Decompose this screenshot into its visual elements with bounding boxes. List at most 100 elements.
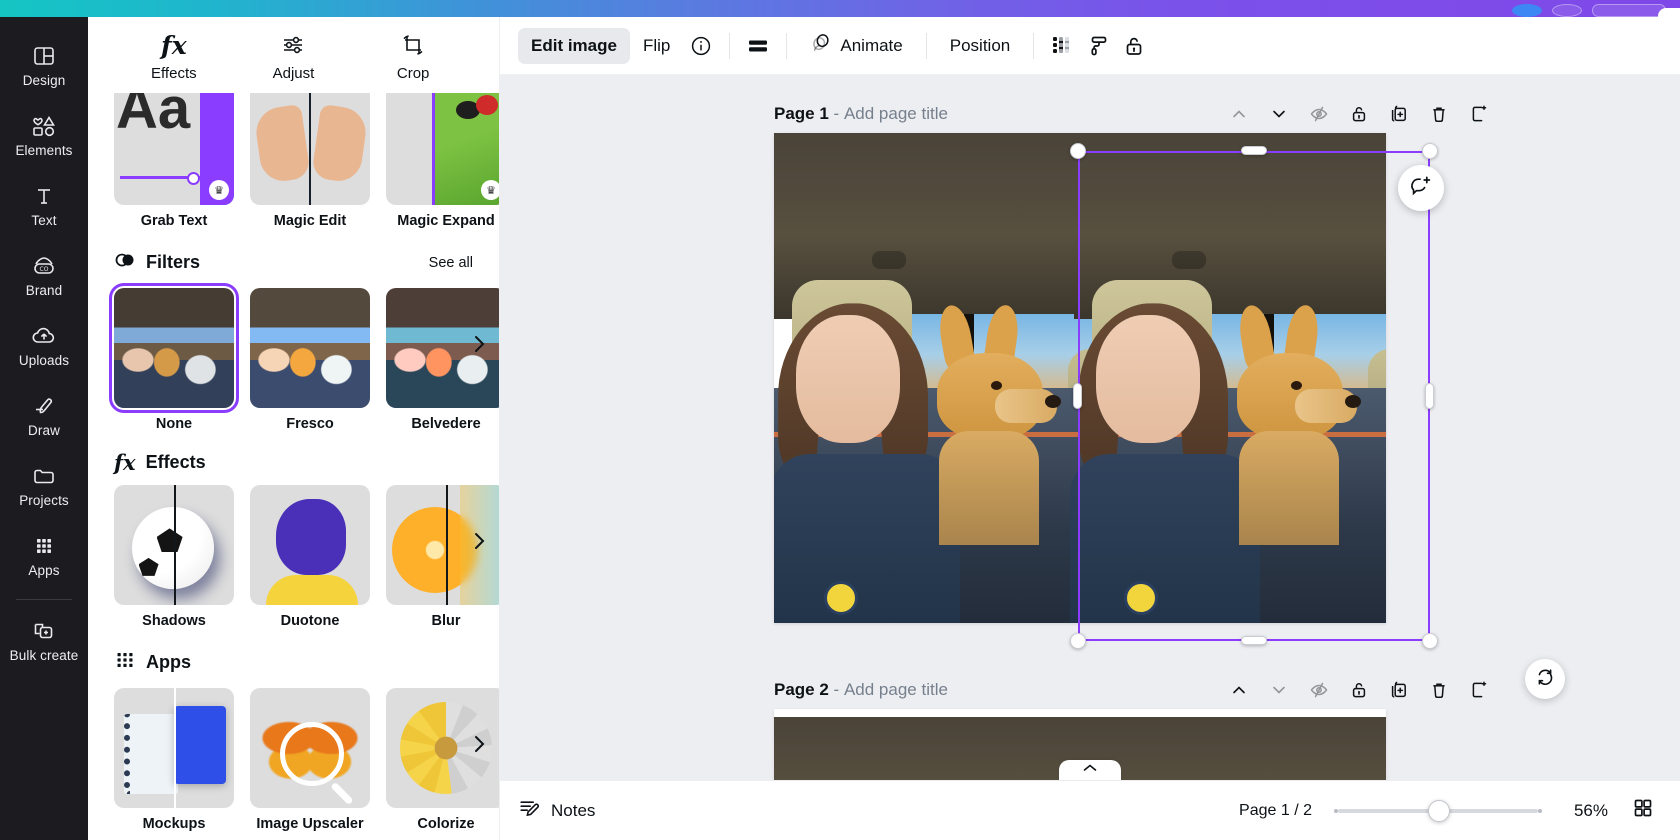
- effects-next-arrow[interactable]: [467, 529, 491, 553]
- filter-label: Fresco: [286, 416, 334, 432]
- filters-see-all-link[interactable]: See all: [429, 255, 473, 271]
- zoom-level-value: 56%: [1573, 800, 1608, 820]
- notes-label: Notes: [551, 800, 596, 820]
- page-canvas-1[interactable]: [774, 133, 1386, 623]
- effect-card-blur[interactable]: Blur: [386, 485, 499, 629]
- resize-handle-bottom-left[interactable]: [1070, 633, 1086, 649]
- zoom-slider[interactable]: [1332, 799, 1544, 822]
- filters-next-arrow[interactable]: [467, 332, 491, 356]
- tool-effects[interactable]: fx Effects: [120, 32, 228, 83]
- move-page-down-button[interactable]: [1264, 99, 1294, 129]
- sidebar-item-label: Bulk create: [9, 648, 79, 663]
- object-toolbar: Edit image Flip Animate Position: [500, 17, 1680, 75]
- page-title-1[interactable]: Page 1 - Add page title: [774, 104, 948, 124]
- collapse-panel-tab[interactable]: [1059, 760, 1121, 780]
- hide-page-button[interactable]: [1304, 675, 1334, 705]
- app-label: Colorize: [417, 816, 475, 832]
- svg-text:CO: CO: [40, 266, 49, 273]
- left-nav-rail: Design Elements Text CO Brand Uploads Dr…: [0, 17, 88, 840]
- position-button[interactable]: Position: [937, 28, 1023, 64]
- notes-icon: [518, 796, 542, 825]
- sliders-icon: [280, 32, 306, 58]
- image-element-duplicate[interactable]: [1070, 133, 1386, 623]
- delete-page-button[interactable]: [1424, 99, 1454, 129]
- hide-page-button[interactable]: [1304, 99, 1334, 129]
- sidebar-item-apps[interactable]: Apps: [0, 521, 88, 591]
- app-card-image-upscaler[interactable]: Image Upscaler: [250, 688, 370, 832]
- animate-button[interactable]: Animate: [797, 28, 915, 64]
- panel-scroll-area[interactable]: Aa ♛ Grab Text Magic Edit ♛ Magic Expand…: [88, 93, 499, 840]
- sidebar-item-uploads[interactable]: Uploads: [0, 311, 88, 381]
- edit-image-panel: fx Effects Adjust Crop Aa ♛ Grab Text Ma…: [88, 17, 500, 840]
- tool-adjust[interactable]: Adjust: [239, 32, 347, 82]
- move-page-down-button[interactable]: [1264, 675, 1294, 705]
- resize-handle-top-right[interactable]: [1422, 143, 1438, 159]
- rotate-page-button[interactable]: [1525, 659, 1565, 699]
- effects-row: Shadows Duotone Blur: [88, 485, 499, 629]
- paint-roller-icon[interactable]: [1080, 28, 1116, 64]
- filter-card-fresco[interactable]: Fresco: [250, 288, 370, 432]
- duplicate-page-button[interactable]: [1384, 99, 1414, 129]
- thumbnail-image: [114, 688, 234, 808]
- page-title-2[interactable]: Page 2 - Add page title: [774, 680, 948, 700]
- section-title: Apps: [146, 652, 191, 672]
- add-page-button[interactable]: [1464, 99, 1494, 129]
- sidebar-item-draw[interactable]: Draw: [0, 381, 88, 451]
- sidebar-item-text[interactable]: Text: [0, 171, 88, 241]
- share-button[interactable]: [1592, 4, 1666, 17]
- transparency-lines-icon[interactable]: [740, 28, 776, 64]
- comment-add-icon: [1409, 174, 1433, 203]
- sidebar-item-projects[interactable]: Projects: [0, 451, 88, 521]
- page-block-1: Page 1 - Add page title: [500, 95, 1680, 649]
- sidebar-item-design[interactable]: Design: [0, 31, 88, 101]
- resize-handle-left[interactable]: [1073, 383, 1082, 409]
- move-page-up-button[interactable]: [1224, 675, 1254, 705]
- app-card-mockups[interactable]: Mockups: [114, 688, 234, 832]
- resize-handle-right[interactable]: [1425, 383, 1434, 409]
- delete-page-button[interactable]: [1424, 675, 1454, 705]
- zoom-slider-knob[interactable]: [1428, 799, 1450, 822]
- brand-icon: CO: [31, 254, 57, 278]
- tool-crop[interactable]: Crop: [359, 32, 467, 82]
- duplicate-page-button[interactable]: [1384, 675, 1414, 705]
- filter-card-belvedere[interactable]: Belvedere: [386, 288, 499, 432]
- resize-handle-bottom[interactable]: [1241, 636, 1267, 645]
- tool-label: Effects: [151, 65, 197, 82]
- magic-card-magic-edit[interactable]: Magic Edit: [250, 93, 370, 229]
- resize-handle-bottom-right[interactable]: [1422, 633, 1438, 649]
- canvas-scroll-area[interactable]: Page 1 - Add page title Page 2 - Add pag…: [500, 75, 1680, 780]
- filters-section-header: Filters See all: [88, 229, 499, 288]
- sidebar-item-label: Elements: [15, 143, 73, 158]
- info-icon[interactable]: [683, 28, 719, 64]
- user-avatar[interactable]: [1512, 4, 1542, 17]
- apps-next-arrow[interactable]: [467, 732, 491, 756]
- add-comment-button[interactable]: [1398, 165, 1444, 211]
- pro-crown-icon: ♛: [481, 180, 499, 200]
- animate-label: Animate: [840, 35, 903, 55]
- flip-button[interactable]: Flip: [630, 28, 683, 64]
- grid-view-button[interactable]: [1628, 796, 1658, 826]
- app-card-colorize[interactable]: Colorize: [386, 688, 499, 832]
- sidebar-item-brand[interactable]: CO Brand: [0, 241, 88, 311]
- effect-card-duotone[interactable]: Duotone: [250, 485, 370, 629]
- move-page-up-button[interactable]: [1224, 99, 1254, 129]
- filter-card-none[interactable]: None: [109, 283, 239, 432]
- collaborator-avatar[interactable]: [1552, 4, 1582, 17]
- magic-card-magic-expand[interactable]: ♛ Magic Expand: [386, 93, 499, 229]
- lock-page-button[interactable]: [1344, 99, 1374, 129]
- transparency-grid-icon[interactable]: [1044, 28, 1080, 64]
- effect-card-shadows[interactable]: Shadows: [114, 485, 234, 629]
- edit-image-button[interactable]: Edit image: [518, 27, 630, 64]
- effect-label: Shadows: [142, 613, 206, 629]
- page-name: Page 2: [774, 680, 829, 699]
- resize-handle-top-left[interactable]: [1070, 143, 1086, 159]
- zoom-slider-min-tick: [1334, 808, 1338, 813]
- magic-card-grab-text[interactable]: Aa ♛ Grab Text: [114, 93, 234, 229]
- sidebar-item-elements[interactable]: Elements: [0, 101, 88, 171]
- lock-page-button[interactable]: [1344, 675, 1374, 705]
- unlock-icon[interactable]: [1116, 28, 1152, 64]
- sidebar-item-bulk-create[interactable]: Bulk create: [0, 606, 88, 676]
- resize-handle-top[interactable]: [1241, 146, 1267, 155]
- notes-button[interactable]: Notes: [518, 796, 595, 825]
- add-page-button[interactable]: [1464, 675, 1494, 705]
